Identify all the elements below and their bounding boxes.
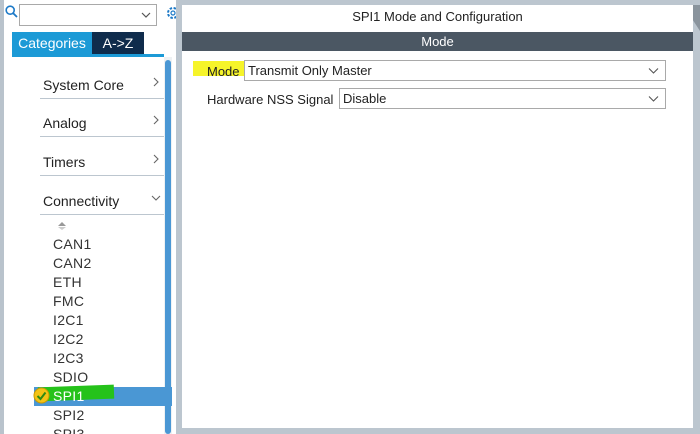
chevron-right-icon <box>153 77 159 87</box>
list-item[interactable]: SPI2 <box>53 407 85 423</box>
category-label: Analog <box>43 115 87 131</box>
chevron-right-icon <box>153 154 159 164</box>
category-label: Connectivity <box>43 193 120 209</box>
tab-categories[interactable]: Categories <box>12 32 92 54</box>
list-item[interactable]: I2C3 <box>53 350 84 366</box>
section-header-mode: Mode <box>182 32 693 51</box>
list-item[interactable]: SDIO <box>53 369 88 385</box>
category-timers[interactable]: Timers <box>20 138 164 176</box>
hardware-nss-select-value: Disable <box>343 91 387 106</box>
chevron-down-icon <box>648 68 659 74</box>
left-panel-border <box>0 0 4 434</box>
left-panel: Categories A->Z System Core Analog Timer… <box>0 0 176 434</box>
list-item[interactable]: CAN1 <box>53 236 92 252</box>
divider <box>40 175 164 176</box>
search-input[interactable] <box>19 4 157 26</box>
list-item[interactable]: CAN2 <box>53 255 92 271</box>
category-label: Timers <box>43 154 86 170</box>
panel-title: SPI1 Mode and Configuration <box>352 9 523 24</box>
chevron-down-icon <box>648 96 659 102</box>
mode-select-value: Transmit Only Master <box>248 63 372 78</box>
chevron-down-icon <box>151 195 161 201</box>
divider <box>40 136 164 137</box>
list-item[interactable]: FMC <box>53 293 84 309</box>
gear-icon[interactable] <box>166 6 176 20</box>
category-connectivity[interactable]: Connectivity <box>20 177 164 215</box>
mode-label: Mode <box>207 64 240 79</box>
hardware-nss-select[interactable]: Disable <box>339 88 666 109</box>
chevron-down-icon[interactable] <box>140 9 152 21</box>
list-item[interactable]: I2C1 <box>53 312 84 328</box>
list-item-spi1[interactable]: SPI1 <box>53 388 85 404</box>
tab-a-to-z[interactable]: A->Z <box>92 32 144 54</box>
chevron-right-icon <box>153 115 159 125</box>
list-item[interactable]: SPI3 <box>53 426 85 434</box>
list-item[interactable]: I2C2 <box>53 331 84 347</box>
category-label: System Core <box>43 77 124 93</box>
hardware-nss-label: Hardware NSS Signal <box>207 92 334 107</box>
scroll-up-icon[interactable] <box>57 221 67 231</box>
mode-select[interactable]: Transmit Only Master <box>244 60 666 81</box>
check-icon <box>33 387 50 404</box>
scrollbar-thumb[interactable] <box>165 60 171 434</box>
category-system-core[interactable]: System Core <box>20 61 164 99</box>
category-analog[interactable]: Analog <box>20 99 164 137</box>
list-item[interactable]: ETH <box>53 274 82 290</box>
search-icon[interactable] <box>5 5 18 18</box>
divider <box>40 214 164 215</box>
